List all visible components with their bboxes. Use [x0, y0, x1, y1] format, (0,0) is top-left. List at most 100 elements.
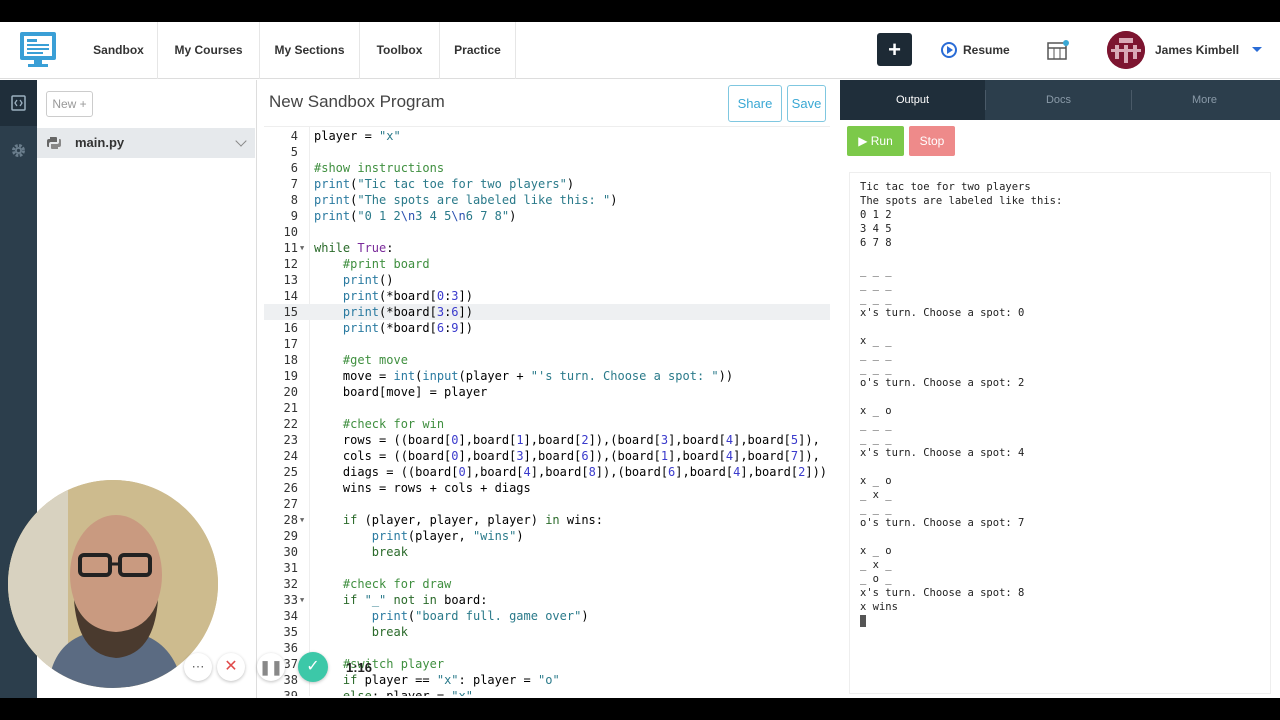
program-title[interactable]: New Sandbox Program — [269, 92, 445, 112]
code-line[interactable]: 17 — [264, 336, 830, 352]
resume-label: Resume — [963, 43, 1010, 57]
code-line[interactable]: 22 #check for win — [264, 416, 830, 432]
code-line[interactable]: 10 — [264, 224, 830, 240]
code-text: if (player, player, player) in wins: — [342, 513, 604, 527]
line-number: 8 — [290, 193, 298, 207]
console-output[interactable]: Tic tac toe for two players The spots are… — [849, 172, 1271, 694]
nav-practice[interactable]: Practice — [440, 22, 516, 79]
console-line: _ _ _ — [860, 349, 892, 361]
console-line: _ x _ — [860, 559, 892, 571]
chevron-down-icon[interactable] — [235, 135, 247, 147]
line-number: 5 — [290, 145, 298, 159]
calendar-icon[interactable] — [1047, 40, 1069, 60]
share-button[interactable]: Share — [728, 85, 782, 122]
code-line[interactable]: 18 #get move — [264, 352, 830, 368]
console-line: o's turn. Choose a spot: 7 — [860, 517, 1025, 529]
code-line[interactable]: 14 print(*board[0:3]) — [264, 288, 830, 304]
discard-icon[interactable]: ✕ — [217, 653, 245, 681]
user-name[interactable]: James Kimbell — [1155, 22, 1239, 78]
code-line[interactable]: 31 — [264, 560, 830, 576]
nav-my-sections[interactable]: My Sections — [260, 22, 360, 79]
code-line[interactable]: 7 print("Tic tac toe for two players") — [264, 176, 830, 192]
code-line[interactable]: 32 #check for draw — [264, 576, 830, 592]
code-line[interactable]: 16 print(*board[6:9]) — [264, 320, 830, 336]
code-line[interactable]: 15 print(*board[3:6]) — [264, 304, 830, 320]
fold-arrow-icon[interactable]: ▼ — [300, 592, 304, 608]
new-file-button[interactable]: New + — [46, 91, 93, 117]
code-line[interactable]: 19 move = int(input(player + "'s turn. C… — [264, 368, 830, 384]
code-line[interactable]: 34 print("board full. game over") — [264, 608, 830, 624]
code-line[interactable]: 33 ▼ if "_" not in board: — [264, 592, 830, 608]
code-line[interactable]: 13 print() — [264, 272, 830, 288]
code-line[interactable]: 12 #print board — [264, 256, 830, 272]
fold-arrow-icon[interactable]: ▼ — [300, 240, 304, 256]
pause-icon[interactable]: ❚❚ — [257, 653, 285, 681]
tab-docs[interactable]: Docs — [986, 80, 1131, 120]
code-line[interactable]: 27 — [264, 496, 830, 512]
code-text: print(*board[0:3]) — [342, 289, 473, 303]
code-line[interactable]: 9 print("0 1 2\n3 4 5\n6 7 8") — [264, 208, 830, 224]
code-panel-tab[interactable] — [0, 80, 37, 126]
stop-button[interactable]: Stop — [909, 126, 955, 156]
code-line[interactable]: 26 wins = rows + cols + diags — [264, 480, 830, 496]
codehs-logo-icon[interactable] — [18, 30, 58, 70]
resume-button[interactable]: Resume — [941, 22, 1010, 79]
tab-output[interactable]: Output — [840, 80, 985, 120]
nav-toolbox[interactable]: Toolbox — [360, 22, 440, 79]
code-line[interactable]: 29 print(player, "wins") — [264, 528, 830, 544]
code-line[interactable]: 20 board[move] = player — [264, 384, 830, 400]
line-number: 28 — [283, 513, 298, 527]
fold-arrow-icon[interactable]: ▼ — [300, 512, 304, 528]
save-button[interactable]: Save — [787, 85, 826, 122]
code-text: if "_" not in board: — [342, 593, 488, 607]
code-line[interactable]: 39 else: player = "x" — [264, 688, 830, 696]
code-text: print("0 1 2\n3 4 5\n6 7 8") — [314, 209, 517, 223]
finish-check-icon[interactable]: ✓ — [298, 652, 328, 682]
code-line[interactable]: 4 player = "x" — [264, 128, 830, 144]
line-number: 34 — [283, 609, 298, 623]
nav-sandbox[interactable]: Sandbox — [80, 22, 158, 79]
code-line[interactable]: 23 rows = ((board[0],board[1],board[2]),… — [264, 432, 830, 448]
avatar[interactable] — [1107, 31, 1145, 69]
code-text: #get move — [342, 353, 408, 367]
console-line: 0 1 2 — [860, 209, 892, 221]
line-number: 6 — [290, 161, 298, 175]
code-editor[interactable]: 4 player = "x" 5 6 #show instructions 7 print(… — [264, 126, 830, 696]
caret-down-icon[interactable] — [1252, 47, 1262, 52]
more-options-icon[interactable]: ⋯ — [184, 653, 212, 681]
console-line: x's turn. Choose a spot: 0 — [860, 307, 1025, 319]
file-item-main-py[interactable]: main.py — [37, 128, 255, 158]
code-line[interactable]: 24 cols = ((board[0],board[3],board[6]),… — [264, 448, 830, 464]
run-label: Run — [870, 134, 893, 148]
code-line[interactable]: 35 break — [264, 624, 830, 640]
line-number: 31 — [283, 561, 298, 575]
console-line: The spots are labeled like this: — [860, 195, 1063, 207]
console-line: 6 7 8 — [860, 237, 892, 249]
line-number: 32 — [283, 577, 298, 591]
code-line[interactable]: 11 ▼ while True: — [264, 240, 830, 256]
code-line[interactable]: 21 — [264, 400, 830, 416]
app-window: Sandbox My Courses My Sections Toolbox P… — [0, 22, 1280, 698]
console-line: x _ o — [860, 405, 892, 417]
line-number: 19 — [283, 369, 298, 383]
code-text: else: player = "x" — [342, 689, 473, 696]
file-name: main.py — [75, 135, 125, 150]
line-number: 18 — [283, 353, 298, 367]
gear-icon[interactable] — [10, 142, 27, 159]
code-text: print(*board[3:6]) — [342, 305, 473, 319]
panel-tabs: Output Docs More — [840, 80, 1280, 120]
code-line[interactable]: 30 break — [264, 544, 830, 560]
python-icon — [47, 137, 61, 149]
nav-my-courses[interactable]: My Courses — [158, 22, 260, 79]
console-line: _ _ _ — [860, 293, 892, 305]
code-line[interactable]: 28 ▼ if (player, player, player) in wins: — [264, 512, 830, 528]
console-line: x's turn. Choose a spot: 8 — [860, 587, 1025, 599]
code-line[interactable]: 8 print("The spots are labeled like this:… — [264, 192, 830, 208]
code-line[interactable]: 5 — [264, 144, 830, 160]
code-line[interactable]: 25 diags = ((board[0],board[4],board[8])… — [264, 464, 830, 480]
tab-more[interactable]: More — [1132, 80, 1277, 120]
run-button[interactable]: ▶ Run — [847, 126, 904, 156]
create-button[interactable]: + — [877, 33, 912, 66]
code-line[interactable]: 6 #show instructions — [264, 160, 830, 176]
code-file-icon — [11, 95, 26, 111]
